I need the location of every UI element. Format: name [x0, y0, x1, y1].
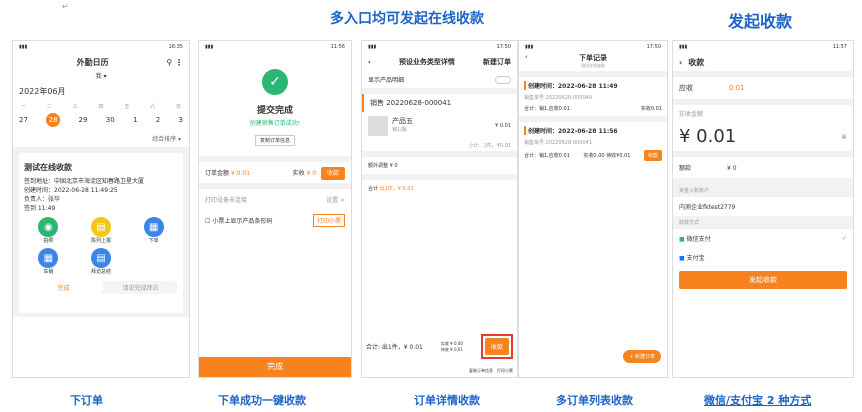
heading-collect: 发起收款	[728, 12, 793, 31]
order-card[interactable]: 创建时间：2022-06-28 11:49 销售单号:20220628-00004…	[519, 71, 667, 116]
order-sum: 合计：销1,应收0.01	[524, 153, 570, 159]
weekday-label: 三	[72, 104, 78, 110]
weekday-label: 二	[46, 104, 52, 110]
alipay-icon: ■	[679, 255, 685, 262]
composite-canvas: ↵ 多入口均可发起在线收款 发起收款 ▮▮▮ 16:35 外勤日历 ⚲ ⋮ 我 ▾ …	[0, 0, 862, 412]
check-icon: ✓	[841, 235, 847, 242]
day-cell[interactable]: 27	[19, 116, 28, 124]
new-order-link[interactable]: 新建订单	[483, 57, 511, 67]
day-cell[interactable]: 1	[133, 116, 137, 124]
order-time: 创建时间：2022-06-28 11:49	[524, 81, 662, 90]
clipboard-icon: ▦	[143, 217, 164, 237]
product-image-icon	[368, 116, 388, 136]
account-select[interactable]: 内测企业fktest2779	[673, 197, 853, 216]
camera-icon: ◉	[38, 217, 59, 237]
order-time: 创建时间：2022-06-28 11:56	[524, 126, 662, 135]
day-cell[interactable]: 3	[178, 116, 182, 124]
finish-button[interactable]: 完成	[199, 357, 351, 377]
month-label: 2022年06月	[19, 87, 66, 96]
check-icon: ✓	[262, 69, 288, 95]
day-cell[interactable]: 29	[79, 116, 88, 124]
heading-entries: 多入口均可发起在线收款	[330, 11, 484, 27]
weekday-label: 五	[124, 104, 130, 110]
summary-action[interactable]: ▤ 拜访总结	[77, 248, 126, 275]
signal-icon: ▮▮▮	[205, 44, 214, 50]
phone-collect: ▮▮▮ 11:57 ‹ 收款 应收 0.01 实收金额 ¥ 0.01 ⊗ 额款 ¥ 0 资…	[672, 40, 854, 378]
list-icon: ▤	[90, 217, 111, 237]
phone-submitted: ▮▮▮ 11:56 ✓ 提交完成 创建销售订单成功! 复制订单信息 订单金额 ¥ …	[198, 40, 352, 378]
wechat-option[interactable]: ■ 微信支付 ✓	[673, 229, 853, 248]
order-status: 实收0.01	[640, 106, 662, 112]
order-card[interactable]: 创建时间：2022-06-28 11:56 销售单号:20220628-00004…	[519, 116, 667, 165]
tip-tab[interactable]: 请说完成拜访	[103, 283, 178, 292]
paragraph-mark: ↵	[62, 2, 69, 11]
display-action[interactable]: ▤ 陈列上报	[77, 217, 126, 244]
back-icon[interactable]: ‹	[525, 53, 528, 61]
clear-icon[interactable]: ⊗	[841, 133, 847, 141]
phone-order-detail: ▮▮▮ 17:50 ‹ 预设业务类型详情 新建订单 显示产品明细 销售 2022062…	[361, 40, 518, 378]
visit-card[interactable]: 测试在线收款 签到地址：中国北京市海淀区知春路卫星大厦 创建时间：2022-06…	[19, 153, 183, 313]
caption-detail: 订单详情收款	[414, 394, 480, 407]
print-button[interactable]: 打印小票	[312, 214, 345, 227]
photo-action[interactable]: ◉ 拍照	[24, 217, 73, 244]
sort-select[interactable]: 综合排序 ▾	[13, 130, 189, 147]
caption-order: 下订单	[70, 394, 103, 407]
order-status: 实收0.00 待收¥0.01	[583, 153, 631, 159]
action-grid: ◉ 拍照 ▤ 陈列上报 ▦ 下单 ▦ 车销 ▤ 拜访总结	[24, 217, 178, 275]
paid-amount-input[interactable]: ¥ 0.01	[679, 126, 736, 147]
order-list: 创建时间：2022-06-28 11:49 销售单号:20220628-00004…	[519, 71, 667, 165]
signal-icon: ▮▮▮	[525, 44, 534, 50]
truck-icon: ▦	[38, 248, 59, 268]
weekday-label: 一	[21, 104, 27, 110]
page-title: 外勤日历	[76, 57, 109, 67]
collect-button[interactable]: 收款	[643, 150, 662, 161]
weekday-label: 四	[98, 104, 104, 110]
barcode-checkbox[interactable]: ☐	[205, 218, 210, 225]
copy-order-button[interactable]: 复制订单信息	[469, 368, 493, 374]
caption-success: 下单成功一键收款	[218, 394, 306, 407]
alipay-option[interactable]: ■ 支付宝	[673, 248, 853, 267]
phone-calendar: ▮▮▮ 16:35 外勤日历 ⚲ ⋮ 我 ▾ 2022年06月 一二三四五六日 27…	[12, 40, 190, 378]
printer-settings-link[interactable]: 设置 >	[326, 195, 345, 204]
signal-icon: ▮▮▮	[19, 44, 28, 50]
back-icon[interactable]: ‹	[679, 58, 682, 67]
caption-methods: 微信/支付宝 2 种方式	[704, 394, 812, 407]
order-sum: 合计：销1,应收0.01	[524, 106, 570, 112]
phone-order-list: ▮▮▮ 17:50 ‹ 下单记录 测试在线收款 创建时间：2022-06-28 1…	[518, 40, 668, 378]
user-filter[interactable]: 我 ▾	[13, 71, 189, 80]
done-tab[interactable]: 完成	[24, 281, 103, 294]
new-order-button[interactable]: + 新建订单	[623, 350, 661, 363]
order-action[interactable]: ▦ 下单	[129, 217, 178, 244]
day-row[interactable]: 27 28 29 30 1 2 3	[13, 110, 189, 130]
weekday-label: 日	[175, 104, 181, 110]
note-icon: ▤	[90, 248, 111, 268]
day-cell[interactable]: 2	[156, 116, 160, 124]
order-no: 销售单号:20220628-000040	[524, 95, 593, 101]
search-icon[interactable]: ⚲ ⋮	[166, 58, 183, 67]
collect-button[interactable]: 收款	[484, 338, 509, 355]
signal-icon: ▮▮▮	[368, 44, 377, 50]
caption-list: 多订单列表收款	[556, 394, 633, 407]
signal-icon: ▮▮▮	[679, 44, 688, 50]
weekday-label: 六	[150, 104, 156, 110]
week-header: 一二三四五六日	[13, 103, 189, 110]
day-cell[interactable]: 28	[46, 113, 61, 127]
collect-highlight: 收款	[480, 334, 513, 359]
print-button[interactable]: 打印小票	[497, 368, 513, 374]
back-icon[interactable]: ‹	[368, 58, 371, 66]
collect-button[interactable]: 收款	[320, 167, 345, 180]
copy-order-button[interactable]: 复制订单信息	[254, 135, 295, 146]
wechat-icon: ■	[679, 236, 685, 243]
detail-toggle[interactable]	[495, 75, 511, 84]
order-no: 销售单号:20220628-000041	[524, 140, 593, 146]
day-cell[interactable]: 30	[106, 116, 115, 124]
vehicle-action[interactable]: ▦ 车销	[24, 248, 73, 275]
submit-collect-button[interactable]: 发起收款	[679, 271, 847, 289]
